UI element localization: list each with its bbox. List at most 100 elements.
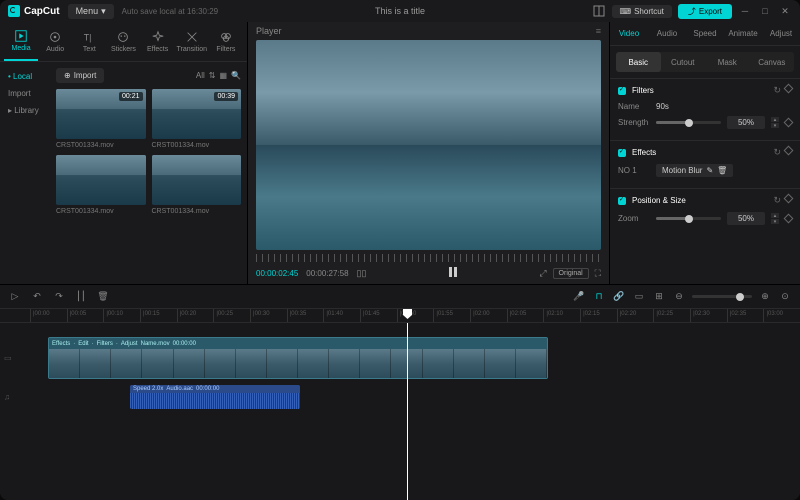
subtab-canvas[interactable]: Canvas [750, 52, 795, 72]
sort-icon[interactable]: ⇅ [209, 71, 216, 80]
effect-no-label: NO 1 [618, 166, 650, 175]
keyframe-icon[interactable] [784, 84, 794, 94]
timeline-ruler[interactable]: |00:00|00:05|00:10|00:15|00:20|00:25|00:… [0, 309, 800, 323]
search-icon[interactable]: 🔍 [231, 71, 241, 80]
maximize-button[interactable]: □ [758, 4, 772, 18]
audio-track[interactable]: ♫ Speed 2.0x Audio.aac 00:00:00 [30, 385, 800, 409]
subtab-cutout[interactable]: Cutout [661, 52, 706, 72]
zoom-stepper[interactable]: ▴▾ [771, 213, 779, 224]
reset-icon[interactable]: ↻ [773, 147, 781, 158]
position-checkbox[interactable] [618, 197, 626, 205]
mic-icon[interactable]: 🎤 [572, 290, 586, 304]
keyframe-icon[interactable] [784, 118, 794, 128]
fullscreen-icon[interactable]: ⛶ [595, 268, 601, 279]
keyframe-icon[interactable] [784, 214, 794, 224]
media-item[interactable]: 00:39CRST001334.mov [152, 89, 242, 149]
close-button[interactable]: ✕ [778, 4, 792, 18]
rp-tab-video[interactable]: Video [610, 22, 648, 45]
zoom-in-icon[interactable]: ⊕ [758, 290, 772, 304]
tab-media[interactable]: Media [4, 22, 38, 61]
clip-frame-thumb [485, 349, 516, 379]
clip-tag: Edit [78, 341, 88, 347]
ruler-tick: |00:20 [177, 309, 214, 322]
clip-frame-thumb [516, 349, 547, 379]
strength-slider[interactable] [656, 121, 721, 124]
media-item[interactable]: 00:21CRST001334.mov [56, 89, 146, 149]
split-tool[interactable]: ⎮⎮ [74, 290, 88, 304]
shortcut-button[interactable]: ⌨ Shortcut [612, 5, 672, 18]
minimize-button[interactable]: ─ [738, 4, 752, 18]
menu-button[interactable]: Menu ▾ [68, 4, 114, 19]
tab-audio[interactable]: Audio [38, 22, 72, 61]
grid-view-icon[interactable]: ▦ [219, 71, 227, 80]
project-title[interactable]: This is a title [375, 6, 425, 16]
undo-button[interactable]: ↶ [30, 290, 44, 304]
zoom-input[interactable]: 50% [727, 212, 765, 225]
audio-clip[interactable]: Speed 2.0x Audio.aac 00:00:00 [130, 385, 300, 409]
aspect-ratio-button[interactable]: Original [553, 268, 589, 279]
redo-button[interactable]: ↷ [52, 290, 66, 304]
tab-filters[interactable]: Filters [209, 22, 243, 61]
auto-save-status: Auto save local at 16:30:29 [122, 7, 219, 16]
zoom-slider[interactable] [656, 217, 721, 220]
layout-icon[interactable] [592, 4, 606, 18]
tab-transition-label: Transition [177, 46, 207, 53]
rp-tab-adjust[interactable]: Adjust [762, 22, 800, 45]
media-item[interactable]: CRST001334.mov [56, 155, 146, 215]
name-label: Name [618, 102, 650, 111]
magnet-icon[interactable]: ⊓ [592, 290, 606, 304]
player-menu-icon[interactable]: ≡ [596, 26, 601, 36]
ruler-tick: |00:15 [140, 309, 177, 322]
ruler-tick: |01:55 [433, 309, 470, 322]
track-settings-icon[interactable]: ⊞ [652, 290, 666, 304]
delete-icon[interactable]: 🗑 [717, 166, 727, 175]
rp-tab-audio[interactable]: Audio [648, 22, 686, 45]
player-ruler[interactable] [256, 254, 601, 262]
play-pause-button[interactable] [447, 266, 459, 280]
reset-icon[interactable]: ↻ [773, 195, 781, 206]
strength-input[interactable]: 50% [727, 116, 765, 129]
filter-all[interactable]: All [196, 71, 205, 80]
clip-frame-thumb [111, 349, 142, 379]
tab-transition[interactable]: Transition [175, 22, 209, 61]
tab-text[interactable]: T|Text [72, 22, 106, 61]
sidebar-local[interactable]: • Local [0, 68, 50, 85]
tab-stickers[interactable]: Stickers [106, 22, 140, 61]
player-viewport[interactable] [256, 40, 601, 250]
edit-icon[interactable]: ✎ [706, 166, 713, 175]
clip-frame-thumb [329, 349, 360, 379]
selection-tool[interactable]: ▷ [8, 290, 22, 304]
effect-chip[interactable]: Motion Blur✎🗑 [656, 164, 733, 177]
rp-tab-animate[interactable]: Animate [724, 22, 762, 45]
video-clip[interactable]: Effects· Edit· Filters· Adjust Name.mov … [48, 337, 548, 379]
delete-tool[interactable]: 🗑 [96, 290, 110, 304]
keyframe-icon[interactable] [784, 194, 794, 204]
video-track-icon[interactable]: ▭ [4, 354, 12, 363]
ruler-tick: |02:00 [470, 309, 507, 322]
subtab-basic[interactable]: Basic [616, 52, 661, 72]
sidebar-import[interactable]: Import [0, 85, 50, 102]
link-icon[interactable]: 🔗 [612, 290, 626, 304]
filters-checkbox[interactable] [618, 87, 626, 95]
zoom-fit-icon[interactable]: ⊙ [778, 290, 792, 304]
sidebar-library[interactable]: ▸ Library [0, 102, 50, 119]
effects-checkbox[interactable] [618, 149, 626, 157]
compare-icon[interactable]: ▯▯ [357, 268, 367, 279]
keyframe-icon[interactable] [784, 146, 794, 156]
timeline-zoom-slider[interactable] [692, 295, 752, 298]
media-item[interactable]: CRST001334.mov [152, 155, 242, 215]
strength-stepper[interactable]: ▴▾ [771, 117, 779, 128]
import-button[interactable]: ⊕Import [56, 68, 104, 83]
zoom-out-icon[interactable]: ⊖ [672, 290, 686, 304]
subtab-mask[interactable]: Mask [705, 52, 750, 72]
export-button[interactable]: ⤴ Export [678, 4, 732, 19]
playhead[interactable] [407, 323, 408, 500]
scale-icon[interactable]: ⤢ [539, 268, 546, 279]
video-track[interactable]: ▭ Effects· Edit· Filters· Adjust Name.mo… [30, 337, 800, 379]
tab-effects[interactable]: Effects [141, 22, 175, 61]
reset-icon[interactable]: ↻ [773, 85, 781, 96]
audio-track-icon[interactable]: ♫ [4, 393, 10, 402]
rp-tab-speed[interactable]: Speed [686, 22, 724, 45]
app-logo: CapCut [8, 5, 60, 17]
preview-icon[interactable]: ▭ [632, 290, 646, 304]
